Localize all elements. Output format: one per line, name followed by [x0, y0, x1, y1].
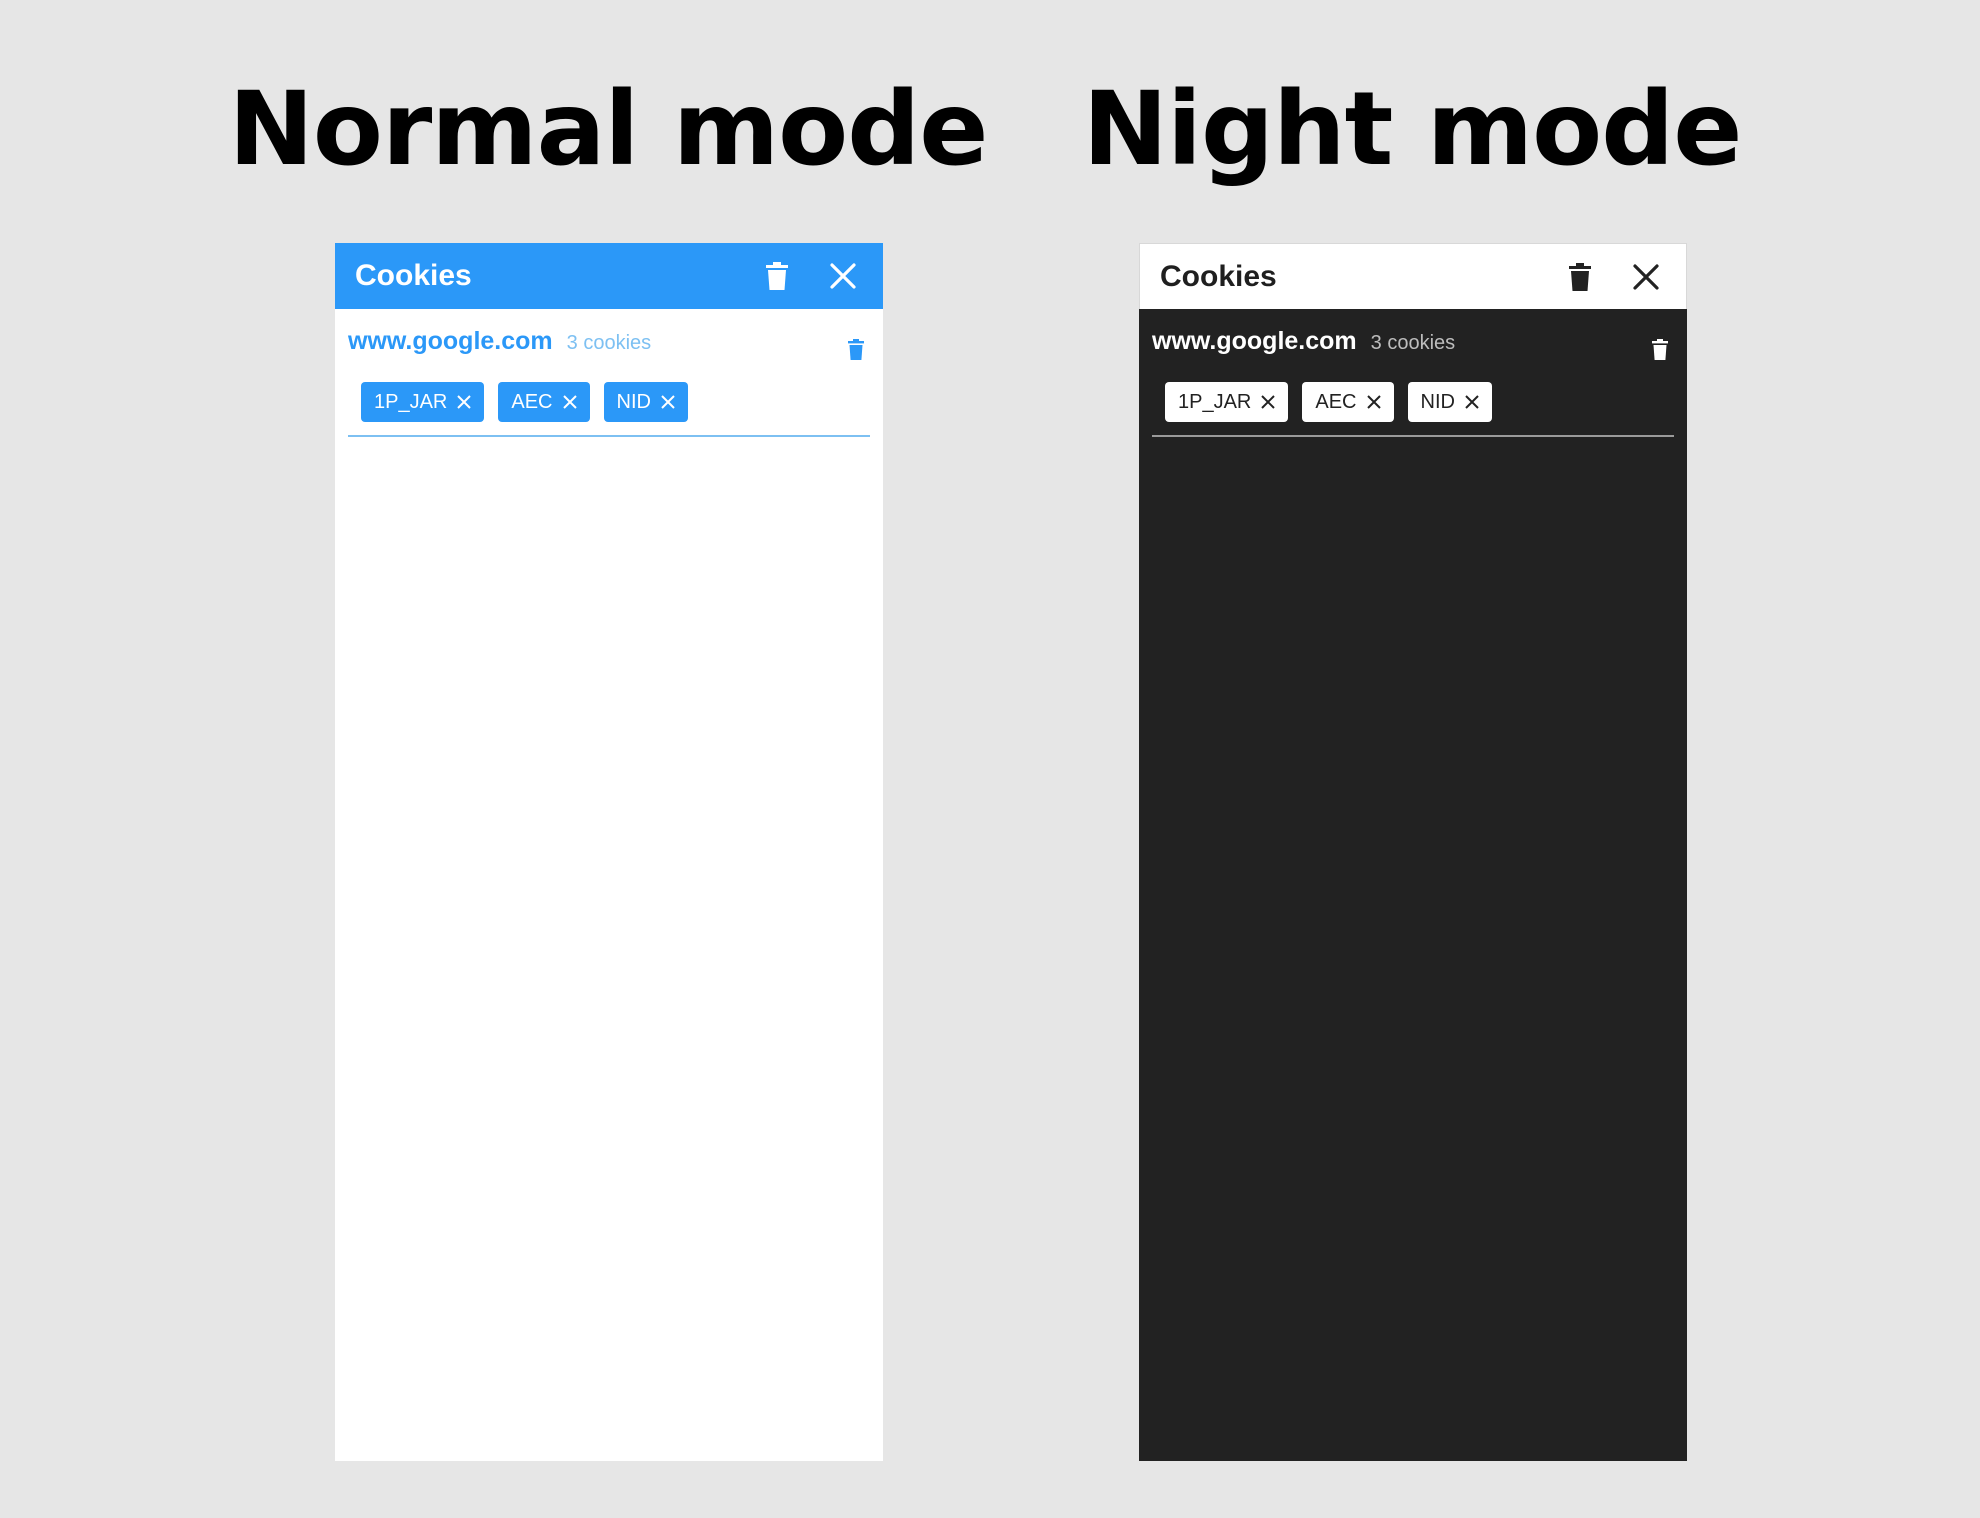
close-icon [1261, 395, 1276, 409]
cookie-chip-label: NID [616, 390, 651, 413]
close-icon [830, 263, 856, 289]
cookie-chip-aec[interactable]: AEC [498, 382, 590, 422]
close-icon [457, 395, 472, 409]
trash-icon [1652, 338, 1668, 360]
close-button[interactable] [1626, 257, 1666, 297]
remove-cookie-button[interactable] [457, 395, 472, 409]
site-entry: www.google.com 3 cookies 1P_JAR AEC NID [1152, 309, 1674, 437]
close-button[interactable] [823, 256, 863, 296]
cookie-chip-aec[interactable]: AEC [1302, 382, 1394, 422]
cookie-chip-label: 1P_JAR [374, 390, 448, 413]
close-icon [1366, 395, 1381, 409]
delete-all-button[interactable] [1560, 257, 1600, 297]
close-icon [661, 395, 675, 409]
site-domain: www.google.com [1152, 327, 1357, 355]
cookie-chip-label: NID [1420, 390, 1455, 413]
night-mode-heading: Night mode [1082, 70, 1743, 189]
panel-header: Cookies [335, 243, 883, 309]
close-icon [1633, 263, 1659, 290]
close-icon [562, 395, 577, 409]
cookie-chip-label: AEC [1315, 390, 1357, 413]
cookie-chip-1p-jar[interactable]: 1P_JAR [361, 382, 485, 422]
cookie-chip-nid[interactable]: NID [603, 382, 688, 422]
panel-header: Cookies [1139, 243, 1687, 309]
remove-cookie-button[interactable] [1366, 395, 1381, 409]
cookies-panel-night: Cookies www.google.com 3 cookies 1P_JAR … [1139, 243, 1687, 1461]
site-domain: www.google.com [348, 327, 553, 355]
site-entry: www.google.com 3 cookies 1P_JAR AEC NID [348, 309, 870, 437]
delete-all-button[interactable] [757, 256, 797, 296]
cookies-panel-normal: Cookies www.google.com 3 cookies 1P_JAR … [335, 243, 883, 1461]
cookie-chip-label: AEC [511, 390, 553, 413]
panel-title: Cookies [1160, 259, 1277, 293]
delete-site-cookies-button[interactable] [1646, 335, 1674, 363]
remove-cookie-button[interactable] [1261, 395, 1276, 409]
trash-icon [1569, 262, 1591, 291]
normal-mode-heading: Normal mode [228, 70, 989, 189]
cookie-count: 3 cookies [566, 332, 652, 354]
delete-site-cookies-button[interactable] [842, 335, 870, 363]
cookie-chip-label: 1P_JAR [1178, 390, 1252, 413]
remove-cookie-button[interactable] [562, 395, 577, 409]
cookie-chip-list: 1P_JAR AEC NID [348, 382, 870, 422]
trash-icon [766, 262, 788, 290]
remove-cookie-button[interactable] [661, 395, 675, 409]
trash-icon [848, 338, 864, 360]
cookie-chip-nid[interactable]: NID [1407, 382, 1492, 422]
remove-cookie-button[interactable] [1465, 395, 1479, 409]
cookie-chip-1p-jar[interactable]: 1P_JAR [1165, 382, 1289, 422]
panel-title: Cookies [355, 259, 472, 292]
cookie-count: 3 cookies [1370, 332, 1456, 354]
close-icon [1465, 395, 1479, 409]
cookie-chip-list: 1P_JAR AEC NID [1152, 382, 1674, 422]
